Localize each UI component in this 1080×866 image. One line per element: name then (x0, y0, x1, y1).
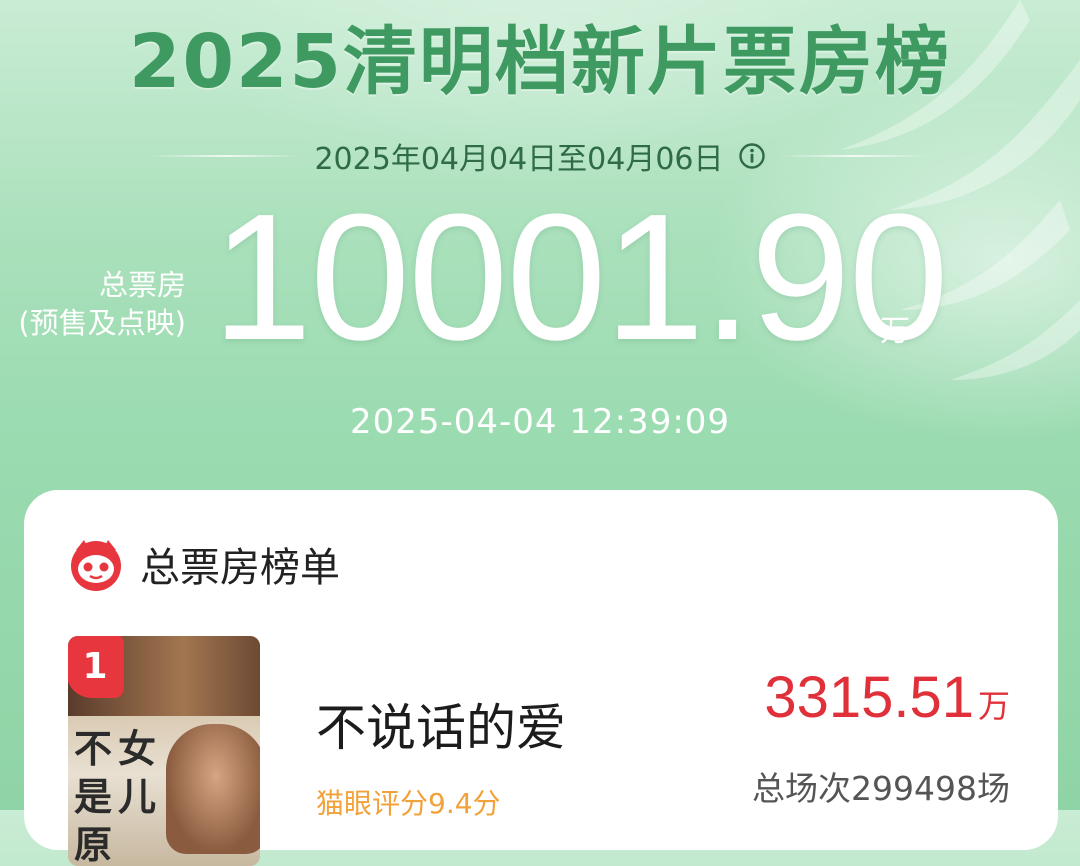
total-box-office-value: 10001.90 (212, 177, 949, 378)
total-label-line1: 总票房 (98, 268, 186, 302)
poster-text-1: 不 (74, 726, 113, 771)
movie-box-office: 3315.51 万 (764, 664, 1010, 731)
rank-badge: 1 (68, 636, 124, 698)
ranking-card: 总票房榜单 不 女 是 儿 原 1 不说话的爱 猫眼评分9.4分 3315.51… (24, 490, 1058, 866)
date-range: 2025年04月04日至04月06日 (314, 142, 724, 177)
movie-row[interactable]: 不 女 是 儿 原 1 不说话的爱 猫眼评分9.4分 3315.51 万 总场次… (68, 636, 1058, 866)
divider-left (150, 155, 301, 157)
info-icon[interactable] (738, 142, 766, 170)
movie-poster[interactable]: 不 女 是 儿 原 1 (68, 636, 260, 866)
movie-show-count: 总场次299498场 (752, 769, 1010, 808)
page-title: 2025清明档新片票房榜 (129, 19, 951, 105)
poster-text-4: 儿 (118, 774, 157, 819)
card-title: 总票房榜单 (140, 545, 340, 591)
date-range-row: 2025年04月04日至04月06日 (0, 134, 1080, 178)
poster-text-2: 女 (118, 726, 157, 771)
poster-text-5: 原 (74, 822, 113, 866)
maoyan-cat-logo-icon (71, 540, 121, 591)
movie-box-office-unit: 万 (977, 687, 1010, 725)
movie-rating: 猫眼评分9.4分 (316, 787, 501, 820)
movie-title[interactable]: 不说话的爱 (316, 688, 566, 760)
update-timestamp: 2025-04-04 12:39:09 (349, 402, 731, 442)
movie-box-office-value: 3315.51 (764, 665, 974, 730)
card-header: 总票房榜单 (68, 536, 340, 592)
total-label-line2: (预售及点映) (18, 306, 186, 340)
poster-face (166, 724, 260, 854)
total-box-office-label: 总票房 (预售及点映) (0, 266, 186, 342)
divider-right (779, 155, 930, 157)
poster-text-3: 是 (74, 774, 113, 819)
total-box-office-unit: 万 (880, 314, 910, 349)
